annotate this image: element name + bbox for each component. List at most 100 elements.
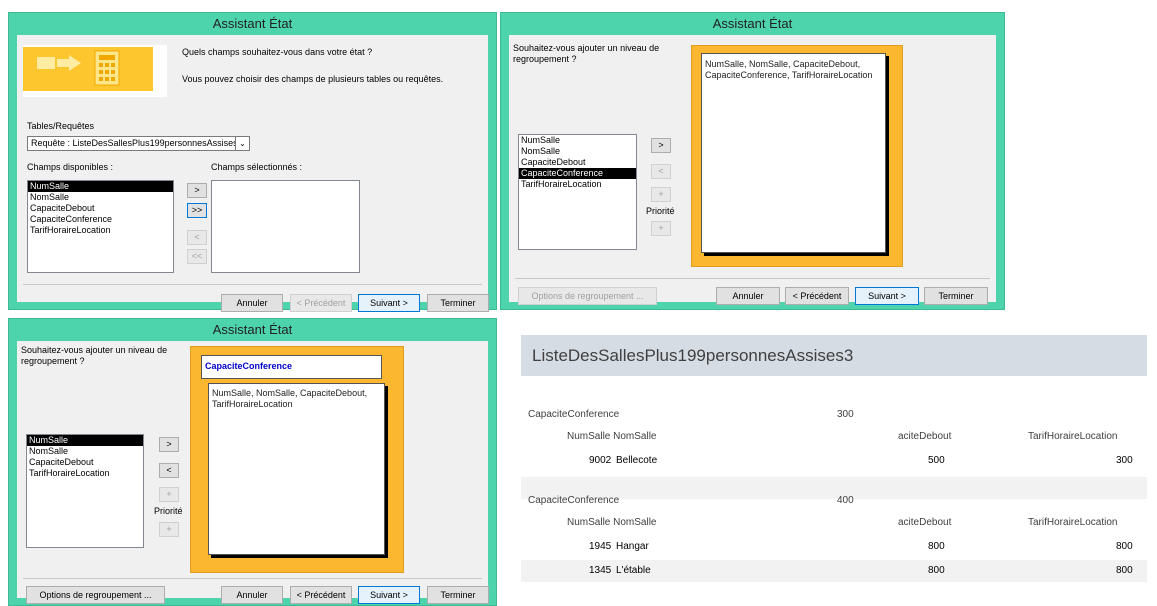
list-item[interactable]: CapaciteDebout	[27, 457, 143, 468]
cell-num: 1345	[589, 565, 612, 576]
cell-tarif: 800	[1116, 565, 1133, 576]
cancel-button[interactable]: Annuler	[221, 586, 283, 604]
column-header-num-nom: NumSalle NomSalle	[567, 517, 657, 528]
cell-debout: 800	[928, 565, 945, 576]
preview-fields-line1: NumSalle, NomSalle, CapaciteDebout,	[212, 388, 368, 398]
preview-group-header: CapaciteConference	[201, 355, 382, 379]
list-item[interactable]: NumSalle	[27, 435, 143, 446]
preview-page: NumSalle, NomSalle, CapaciteDebout, Tari…	[208, 383, 385, 555]
add-all-fields-button[interactable]: >>	[187, 203, 207, 218]
question-text-line2: regroupement ?	[21, 356, 85, 366]
question-text-line1: Souhaitez-vous ajouter un niveau de	[513, 43, 660, 53]
cancel-button[interactable]: Annuler	[221, 294, 283, 312]
list-item[interactable]: NumSalle	[28, 181, 173, 192]
remove-group-button[interactable]: <	[159, 463, 179, 478]
wizard-window-fields: Assistant État Quels champs souhaitez-vo…	[8, 12, 497, 312]
next-button[interactable]: Suivant >	[358, 294, 420, 312]
list-item[interactable]: NomSalle	[28, 192, 173, 203]
tables-label: Tables/Requêtes	[27, 121, 95, 131]
preview-fields-line1: NumSalle, NomSalle, CapaciteDebout,	[705, 59, 861, 69]
remove-group-button[interactable]: <	[651, 164, 671, 179]
list-item[interactable]: TarifHoraireLocation	[27, 468, 143, 479]
finish-button[interactable]: Terminer	[427, 294, 489, 312]
list-item[interactable]: CapaciteDebout	[519, 157, 636, 168]
add-group-button[interactable]: >	[651, 138, 671, 153]
selected-fields-label: Champs sélectionnés :	[211, 162, 303, 172]
next-button[interactable]: Suivant >	[855, 287, 919, 305]
wizard-window-grouping-1: Assistant État Souhaitez-vous ajouter un…	[500, 12, 1005, 310]
chevron-down-icon[interactable]: ⌄	[235, 137, 249, 150]
cell-nom: Hangar	[616, 541, 649, 552]
previous-button[interactable]: < Précédent	[290, 294, 352, 312]
list-item[interactable]: NumSalle	[519, 135, 636, 146]
list-item[interactable]: TarifHoraireLocation	[28, 225, 173, 236]
grouping-options-button[interactable]: Options de regroupement ...	[26, 586, 165, 604]
selected-fields-list[interactable]	[211, 180, 360, 273]
finish-button[interactable]: Terminer	[924, 287, 988, 305]
priority-down-button[interactable]: +	[651, 221, 671, 236]
report-wizard-icon	[23, 47, 153, 91]
divider	[23, 284, 482, 285]
list-item[interactable]: CapaciteConference	[519, 168, 636, 179]
priority-down-button[interactable]: +	[159, 522, 179, 537]
grouping-fields-list[interactable]: NumSalle NomSalle CapaciteDebout Capacit…	[518, 134, 637, 250]
hint-text: Vous pouvez choisir des champs de plusie…	[182, 74, 444, 84]
alternate-row-band	[521, 560, 1147, 582]
list-item[interactable]: CapaciteDebout	[28, 203, 173, 214]
add-group-button[interactable]: >	[159, 437, 179, 452]
list-item[interactable]: NomSalle	[519, 146, 636, 157]
column-header-debout: aciteDebout	[898, 517, 952, 528]
list-item[interactable]: CapaciteConference	[28, 214, 173, 225]
question-text-line2: regroupement ?	[513, 54, 577, 64]
cell-nom: Bellecote	[616, 455, 658, 466]
next-button[interactable]: Suivant >	[358, 586, 420, 604]
column-header-num-nom: NumSalle NomSalle	[567, 431, 657, 442]
cell-num: 9002	[589, 455, 612, 466]
cancel-button[interactable]: Annuler	[716, 287, 780, 305]
divider	[515, 278, 990, 279]
layout-preview: CapaciteConference NumSalle, NomSalle, C…	[190, 346, 404, 573]
cell-num: 1945	[589, 541, 612, 552]
column-header-debout: aciteDebout	[898, 431, 952, 442]
window-title: Assistant État	[212, 16, 293, 31]
cell-tarif: 800	[1116, 541, 1133, 552]
preview-group-field: CapaciteConference	[205, 361, 293, 371]
divider	[23, 578, 482, 579]
wizard-illustration	[23, 45, 167, 97]
cell-tarif: 300	[1116, 455, 1133, 466]
report-preview: ListeDesSallesPlus199personnesAssises3 C…	[510, 318, 1157, 606]
grouping-options-button[interactable]: Options de regroupement ...	[518, 287, 657, 305]
grouping-fields-list[interactable]: NumSalle NomSalle CapaciteDebout TarifHo…	[26, 434, 144, 548]
preview-fields-line2: CapaciteConference, TarifHoraireLocation	[705, 70, 873, 80]
previous-button[interactable]: < Précédent	[785, 287, 849, 305]
available-fields-list[interactable]: NumSalle NomSalle CapaciteDebout Capacit…	[27, 180, 174, 273]
layout-preview: NumSalle, NomSalle, CapaciteDebout, Capa…	[691, 45, 903, 267]
previous-button[interactable]: < Précédent	[290, 586, 352, 604]
remove-all-fields-button[interactable]: <<	[187, 249, 207, 264]
column-header-tarif: TarifHoraireLocation	[1028, 431, 1118, 442]
preview-fields-line2: TarifHoraireLocation	[212, 399, 293, 409]
window-title: Assistant État	[712, 16, 793, 31]
list-item[interactable]: NomSalle	[27, 446, 143, 457]
finish-button[interactable]: Terminer	[427, 586, 489, 604]
report-title: ListeDesSallesPlus199personnesAssises3	[521, 335, 1147, 376]
group-label: CapaciteConference	[528, 495, 620, 506]
wizard-client: Souhaitez-vous ajouter un niveau de regr…	[509, 35, 996, 305]
cell-debout: 500	[928, 455, 945, 466]
column-header-tarif: TarifHoraireLocation	[1028, 517, 1118, 528]
available-fields-label: Champs disponibles :	[27, 162, 114, 172]
question-text: Quels champs souhaitez-vous dans votre é…	[182, 47, 373, 57]
list-item[interactable]: TarifHoraireLocation	[519, 179, 636, 190]
tables-dropdown[interactable]: Requête : ListeDesSallesPlus199personnes…	[27, 136, 250, 151]
wizard-client: Souhaitez-vous ajouter un niveau de regr…	[17, 341, 489, 604]
group-value: 400	[837, 495, 854, 506]
remove-field-button[interactable]: <	[187, 230, 207, 245]
priority-up-button[interactable]: +	[159, 487, 179, 502]
priority-label: Priorité	[154, 506, 183, 516]
preview-page: NumSalle, NomSalle, CapaciteDebout, Capa…	[701, 53, 886, 253]
group-value: 300	[837, 409, 854, 420]
wizard-window-grouping-2: Assistant État Souhaitez-vous ajouter un…	[8, 318, 497, 606]
add-field-button[interactable]: >	[187, 183, 207, 198]
window-title: Assistant État	[212, 322, 293, 337]
priority-up-button[interactable]: +	[651, 187, 671, 202]
